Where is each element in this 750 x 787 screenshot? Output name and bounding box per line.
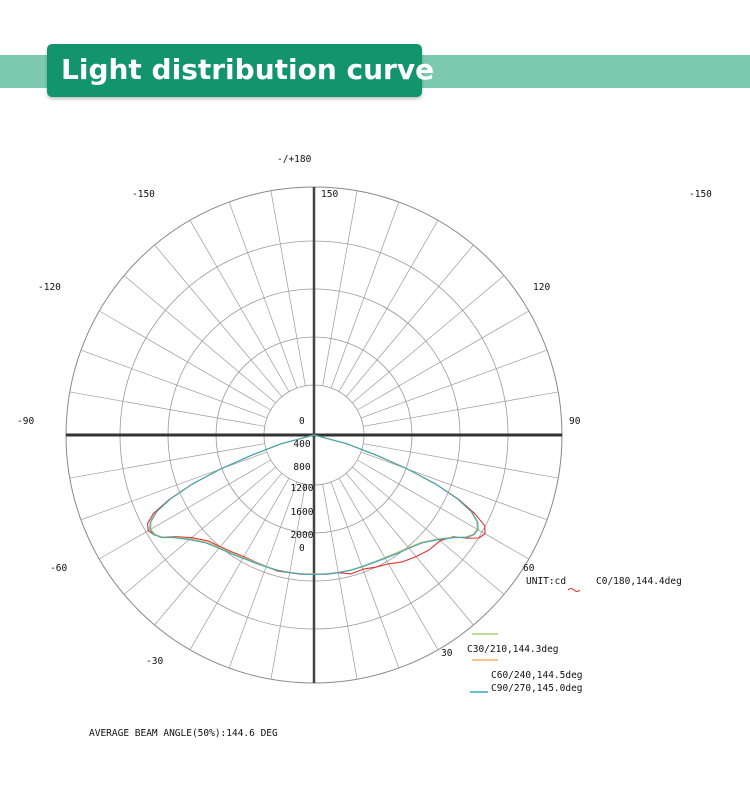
angle-label-right_150: -150 [689, 189, 712, 200]
grid-spoke [99, 310, 271, 411]
grid-spoke [123, 275, 276, 404]
grid-spoke [352, 275, 505, 404]
radial-tick-label: 1200 [291, 483, 314, 494]
angle-label-left_60: -60 [50, 563, 67, 574]
radial-tick-label: 0 [299, 543, 305, 554]
chart-legend: UNIT:cd C0/180,144.4deg C30/210,144.3deg C6… [467, 576, 682, 694]
angle-label-right_60: 60 [523, 563, 535, 574]
grid-spoke [363, 391, 559, 427]
grid-spoke [360, 349, 548, 419]
angle-label-left_120: -120 [38, 282, 61, 293]
grid-spoke [363, 443, 559, 479]
grid-spoke [80, 451, 268, 521]
grid-spoke [360, 451, 548, 521]
angle-label-left_150: -150 [132, 189, 155, 200]
grid-spoke [322, 484, 358, 680]
radial-tick-label: 0 [299, 416, 305, 427]
grid-spoke [189, 220, 290, 392]
angle-label-top: -/+180 [277, 154, 312, 165]
grid-spoke [228, 481, 298, 669]
grid-spoke [80, 349, 268, 419]
grid-spoke [357, 310, 529, 411]
grid-spoke [322, 190, 358, 386]
grid-spoke [69, 391, 265, 427]
radial-tick-label: 400 [293, 439, 310, 450]
grid-spoke [123, 466, 276, 595]
legend-entry: C30/210,144.3deg [467, 644, 559, 655]
grid-spoke [154, 244, 283, 397]
angle-label-center_150: 150 [321, 189, 338, 200]
grid-spoke [338, 220, 439, 392]
legend-entry: C90/270,145.0deg [491, 683, 583, 694]
angle-label-left_90: -90 [17, 416, 34, 427]
angle-label-right_120: 120 [533, 282, 550, 293]
grid-spoke [228, 201, 298, 389]
grid-spoke [330, 201, 400, 389]
grid-spoke [357, 459, 529, 560]
grid-spoke [352, 466, 505, 595]
grid-spoke [270, 190, 306, 386]
angle-label-left_30: -30 [146, 656, 163, 667]
radial-tick-label: 1600 [291, 507, 314, 518]
beam-angle-annotation: AVERAGE BEAM ANGLE(50%):144.6 DEG [89, 728, 278, 739]
grid-spoke [69, 443, 265, 479]
unit-label: UNIT:cd [526, 576, 566, 587]
legend-swatch [567, 588, 581, 592]
angle-label-right_30: 30 [441, 648, 453, 659]
grid-spoke [345, 244, 474, 397]
legend-entry: C0/180,144.4deg [596, 576, 682, 587]
grid-spoke [330, 481, 400, 669]
radial-tick-label: 2000 [291, 530, 314, 541]
legend-entry: C60/240,144.5deg [491, 670, 583, 681]
polar-chart: -/+180-150 150 -150-120 120-90 90-60 60-3030 … [17, 154, 712, 694]
radial-tick-labels: 0 400 800 1200 1600 2000 0 [291, 416, 314, 554]
angle-label-right_90: 90 [569, 416, 581, 427]
radial-tick-label: 800 [293, 462, 310, 473]
grid-spoke [99, 459, 271, 560]
grid-spoke [189, 478, 290, 650]
